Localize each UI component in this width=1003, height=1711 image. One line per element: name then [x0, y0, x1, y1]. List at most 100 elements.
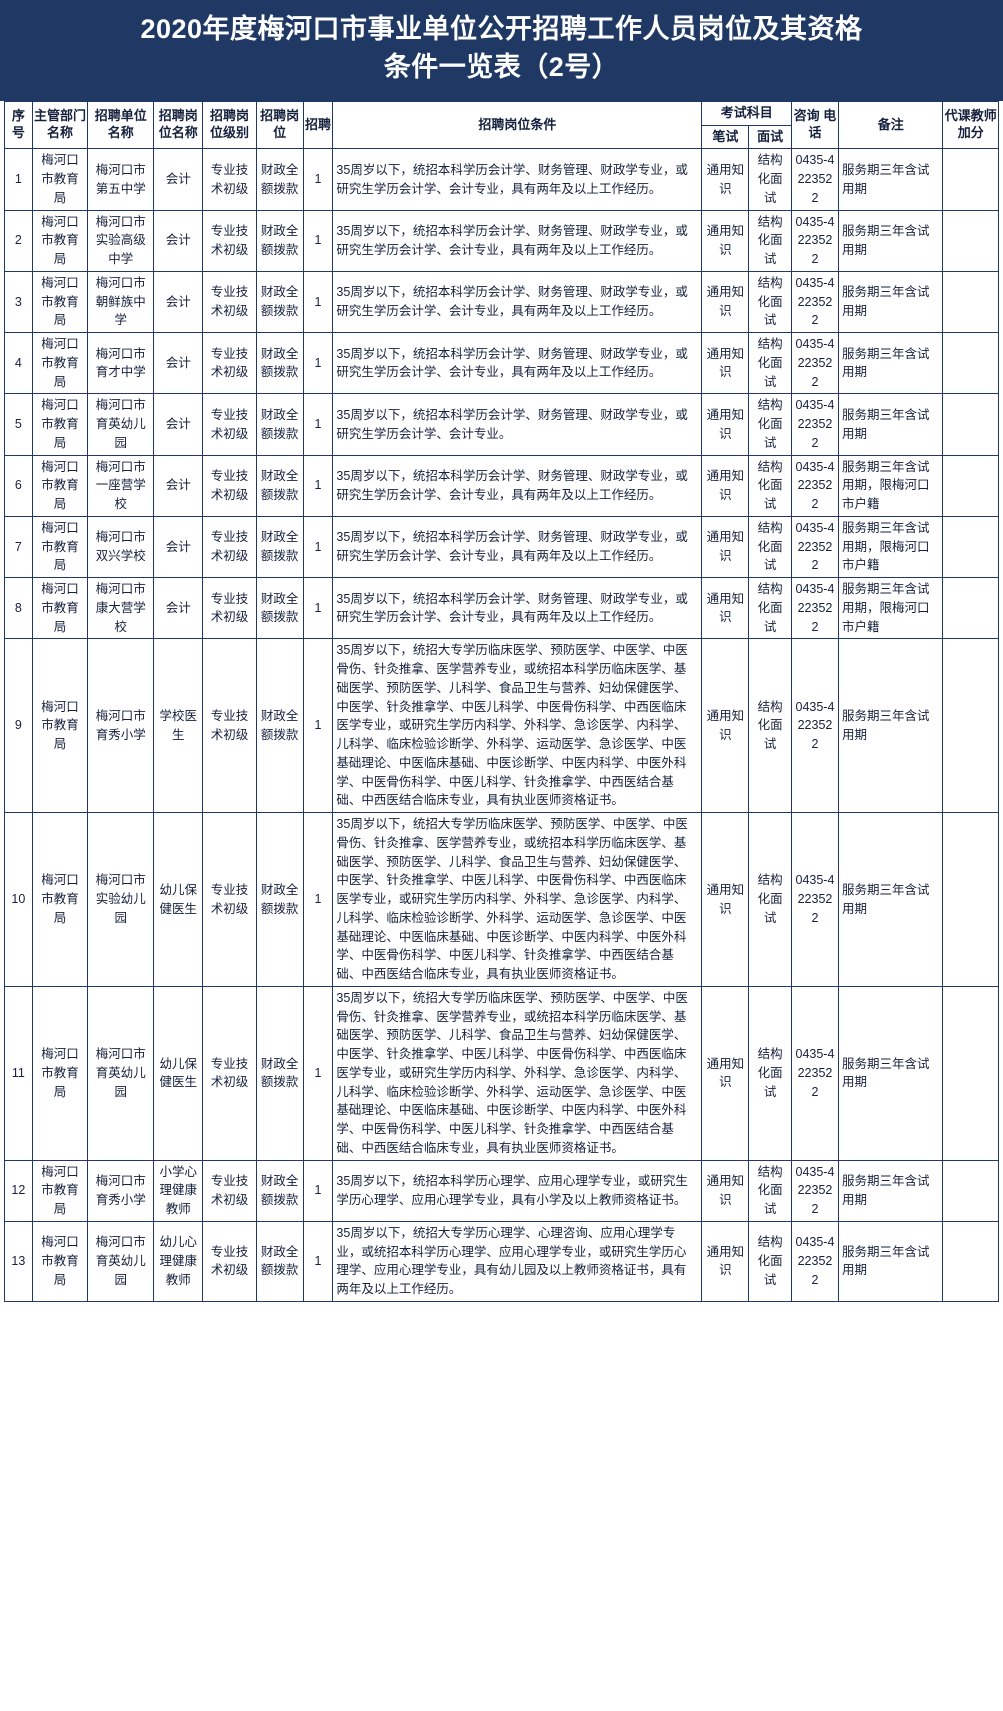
column-header-written: 笔试 — [701, 124, 750, 150]
cell-oral: 结构化面试 — [748, 148, 793, 211]
cell-written: 通用知识 — [701, 148, 750, 211]
cell-count: 1 — [302, 1159, 334, 1222]
cell-post: 会计 — [153, 515, 204, 579]
table-body: 1 梅河口市教育局 梅河口市第五中学 会计 专业技术初级 财政全额拨款 1 35周岁以下，统招… — [4, 148, 999, 1302]
cell-remark: 服务期三年含试用期 — [837, 1159, 944, 1222]
cell-condition: 35周岁以下，统招本科学历会计学、财务管理、财政学专业，或研究生学历会计学、会计… — [332, 515, 703, 579]
cell-dept: 梅河口市教育局 — [31, 812, 89, 987]
cell-level: 专业技术初级 — [202, 1159, 257, 1222]
cell-oral: 结构化面试 — [748, 515, 793, 579]
column-header-count: 招聘 — [302, 100, 334, 150]
cell-nature: 财政全额拨款 — [255, 577, 304, 640]
cell-oral: 结构化面试 — [748, 1220, 793, 1302]
cell-condition: 35周岁以下，统招本科学历会计学、财务管理、财政学专业，或研究生学历会计学、会计… — [332, 270, 703, 334]
cell-dept: 梅河口市教育局 — [31, 1220, 89, 1302]
cell-condition: 35周岁以下，统招大专学历心理学、心理咨询、应用心理学专业，或统招本科学历心理学… — [332, 1220, 703, 1302]
page-title: 2020年度梅河口市事业单位公开招聘工作人员岗位及其资格 条件一览表（2号） — [0, 0, 1003, 101]
table-row: 12 梅河口市教育局 梅河口市育秀小学 小学心理健康教师 专业技术初级 财政全额拨款 1 35… — [4, 1159, 999, 1222]
cell-condition: 35周岁以下，统招大专学历临床医学、预防医学、中医学、中医骨伤、针灸推拿、医学营… — [332, 812, 703, 987]
cell-post: 小学心理健康教师 — [153, 1159, 204, 1222]
cell-remark: 服务期三年含试用期 — [837, 1220, 944, 1302]
cell-bonus — [942, 454, 999, 517]
cell-nature: 财政全额拨款 — [255, 454, 304, 517]
cell-remark: 服务期三年含试用期 — [837, 638, 944, 814]
cell-unit: 梅河口市育秀小学 — [87, 1159, 155, 1222]
cell-level: 专业技术初级 — [202, 393, 257, 456]
column-header-level: 招聘岗位级别 — [202, 100, 257, 150]
table-row: 2 梅河口市教育局 梅河口市实验高级中学 会计 专业技术初级 财政全额拨款 1 35周岁以下，… — [4, 209, 999, 272]
cell-oral: 结构化面试 — [748, 577, 793, 640]
cell-phone: 0435-4223522 — [791, 515, 839, 579]
cell-dept: 梅河口市教育局 — [31, 270, 89, 334]
cell-remark: 服务期三年含试用期 — [837, 985, 944, 1161]
cell-phone: 0435-4223522 — [791, 393, 839, 456]
page-title-line2: 条件一览表（2号） — [383, 52, 620, 83]
cell-remark: 服务期三年含试用期 — [837, 332, 944, 395]
cell-bonus — [942, 393, 999, 456]
cell-unit: 梅河口市一座营学校 — [87, 454, 155, 517]
cell-unit: 梅河口市育秀小学 — [87, 638, 155, 814]
cell-post: 会计 — [153, 393, 204, 456]
table-row: 5 梅河口市教育局 梅河口市育英幼儿园 会计 专业技术初级 财政全额拨款 1 35周岁以下，统… — [4, 393, 999, 456]
cell-level: 专业技术初级 — [202, 270, 257, 334]
cell-phone: 0435-4223522 — [791, 577, 839, 640]
cell-unit: 梅河口市实验高级中学 — [87, 209, 155, 272]
cell-unit: 梅河口市双兴学校 — [87, 515, 155, 579]
cell-written: 通用知识 — [701, 515, 750, 579]
cell-nature: 财政全额拨款 — [255, 332, 304, 395]
cell-index: 12 — [4, 1159, 33, 1222]
cell-dept: 梅河口市教育局 — [31, 148, 89, 211]
cell-condition: 35周岁以下，统招大专学历临床医学、预防医学、中医学、中医骨伤、针灸推拿、医学营… — [332, 638, 703, 814]
cell-level: 专业技术初级 — [202, 209, 257, 272]
cell-written: 通用知识 — [701, 1159, 750, 1222]
cell-oral: 结构化面试 — [748, 638, 793, 814]
cell-count: 1 — [302, 812, 334, 987]
cell-count: 1 — [302, 577, 334, 640]
cell-oral: 结构化面试 — [748, 454, 793, 517]
cell-remark: 服务期三年含试用期，限梅河口市户籍 — [837, 454, 944, 517]
cell-index: 6 — [4, 454, 33, 517]
cell-bonus — [942, 1159, 999, 1222]
cell-level: 专业技术初级 — [202, 515, 257, 579]
cell-bonus — [942, 1220, 999, 1302]
cell-bonus — [942, 148, 999, 211]
cell-index: 3 — [4, 270, 33, 334]
cell-level: 专业技术初级 — [202, 577, 257, 640]
cell-level: 专业技术初级 — [202, 1220, 257, 1302]
cell-unit: 梅河口市实验幼儿园 — [87, 812, 155, 987]
cell-nature: 财政全额拨款 — [255, 985, 304, 1161]
column-header-exam-group: 考试科目 — [701, 100, 793, 126]
cell-count: 1 — [302, 985, 334, 1161]
cell-level: 专业技术初级 — [202, 638, 257, 814]
cell-oral: 结构化面试 — [748, 985, 793, 1161]
table-row: 4 梅河口市教育局 梅河口市育才中学 会计 专业技术初级 财政全额拨款 1 35周岁以下，统招… — [4, 332, 999, 395]
cell-post: 会计 — [153, 454, 204, 517]
cell-remark: 服务期三年含试用期 — [837, 148, 944, 211]
recruitment-table: 序号 主管部门名称 招聘单位名称 招聘岗位名称 招聘岗位级别 招聘岗位 招聘 招… — [4, 100, 999, 1302]
cell-written: 通用知识 — [701, 332, 750, 395]
cell-dept: 梅河口市教育局 — [31, 332, 89, 395]
cell-condition: 35周岁以下，统招本科学历会计学、财务管理、财政学专业，或研究生学历会计学、会计… — [332, 393, 703, 456]
cell-bonus — [942, 332, 999, 395]
cell-nature: 财政全额拨款 — [255, 209, 304, 272]
cell-unit: 梅河口市康大营学校 — [87, 577, 155, 640]
column-header-remark: 备注 — [837, 100, 944, 150]
cell-count: 1 — [302, 148, 334, 211]
cell-bonus — [942, 812, 999, 987]
cell-bonus — [942, 577, 999, 640]
cell-bonus — [942, 985, 999, 1161]
cell-dept: 梅河口市教育局 — [31, 985, 89, 1161]
cell-post: 会计 — [153, 209, 204, 272]
cell-count: 1 — [302, 454, 334, 517]
cell-post: 会计 — [153, 577, 204, 640]
cell-condition: 35周岁以下，统招本科学历心理学、应用心理学专业，或研究生学历心理学、应用心理学… — [332, 1159, 703, 1222]
cell-condition: 35周岁以下，统招本科学历会计学、财务管理、财政学专业，或研究生学历会计学、会计… — [332, 148, 703, 211]
cell-nature: 财政全额拨款 — [255, 393, 304, 456]
cell-phone: 0435-4223522 — [791, 812, 839, 987]
cell-post: 幼儿保健医生 — [153, 985, 204, 1161]
cell-post: 会计 — [153, 270, 204, 334]
cell-remark: 服务期三年含试用期 — [837, 393, 944, 456]
cell-bonus — [942, 270, 999, 334]
cell-phone: 0435-4223522 — [791, 332, 839, 395]
cell-oral: 结构化面试 — [748, 1159, 793, 1222]
